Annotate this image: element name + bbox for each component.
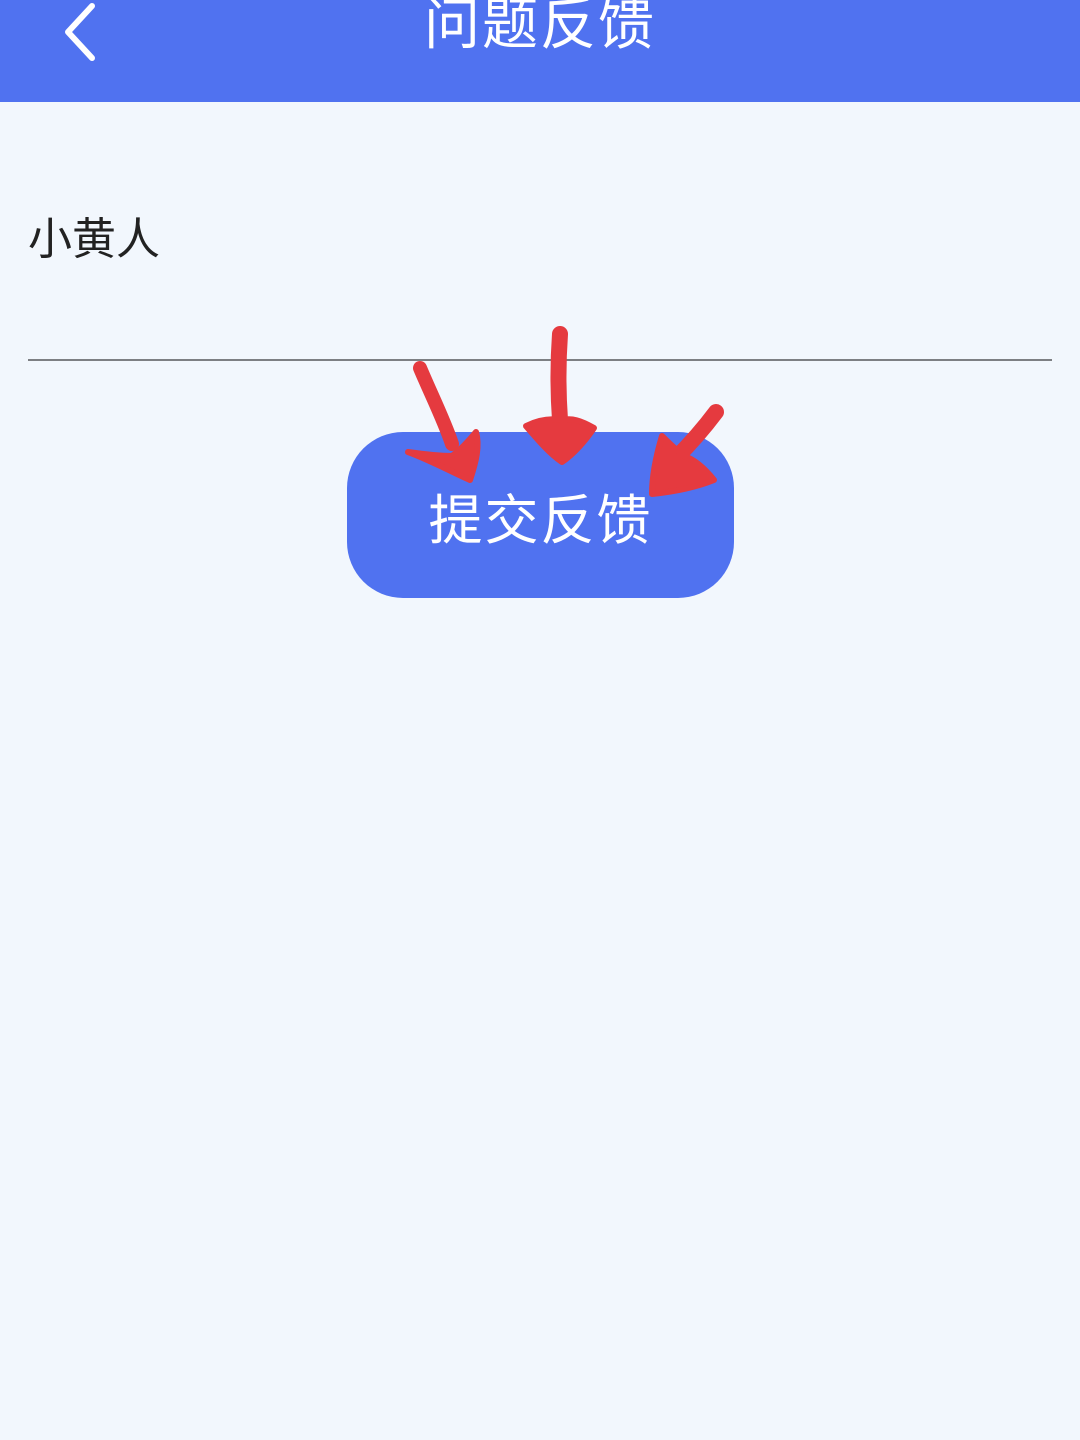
feedback-input-value: 小黄人 bbox=[28, 214, 160, 265]
feedback-screen: 问题反馈 小黄人 提交反馈 bbox=[0, 0, 1080, 1440]
submit-feedback-label: 提交反馈 bbox=[428, 488, 653, 552]
app-header: 问题反馈 bbox=[0, 0, 1080, 102]
submit-feedback-button[interactable]: 提交反馈 bbox=[347, 432, 734, 598]
page-title: 问题反馈 bbox=[424, 0, 656, 58]
feedback-input[interactable]: 小黄人 bbox=[28, 196, 1052, 361]
